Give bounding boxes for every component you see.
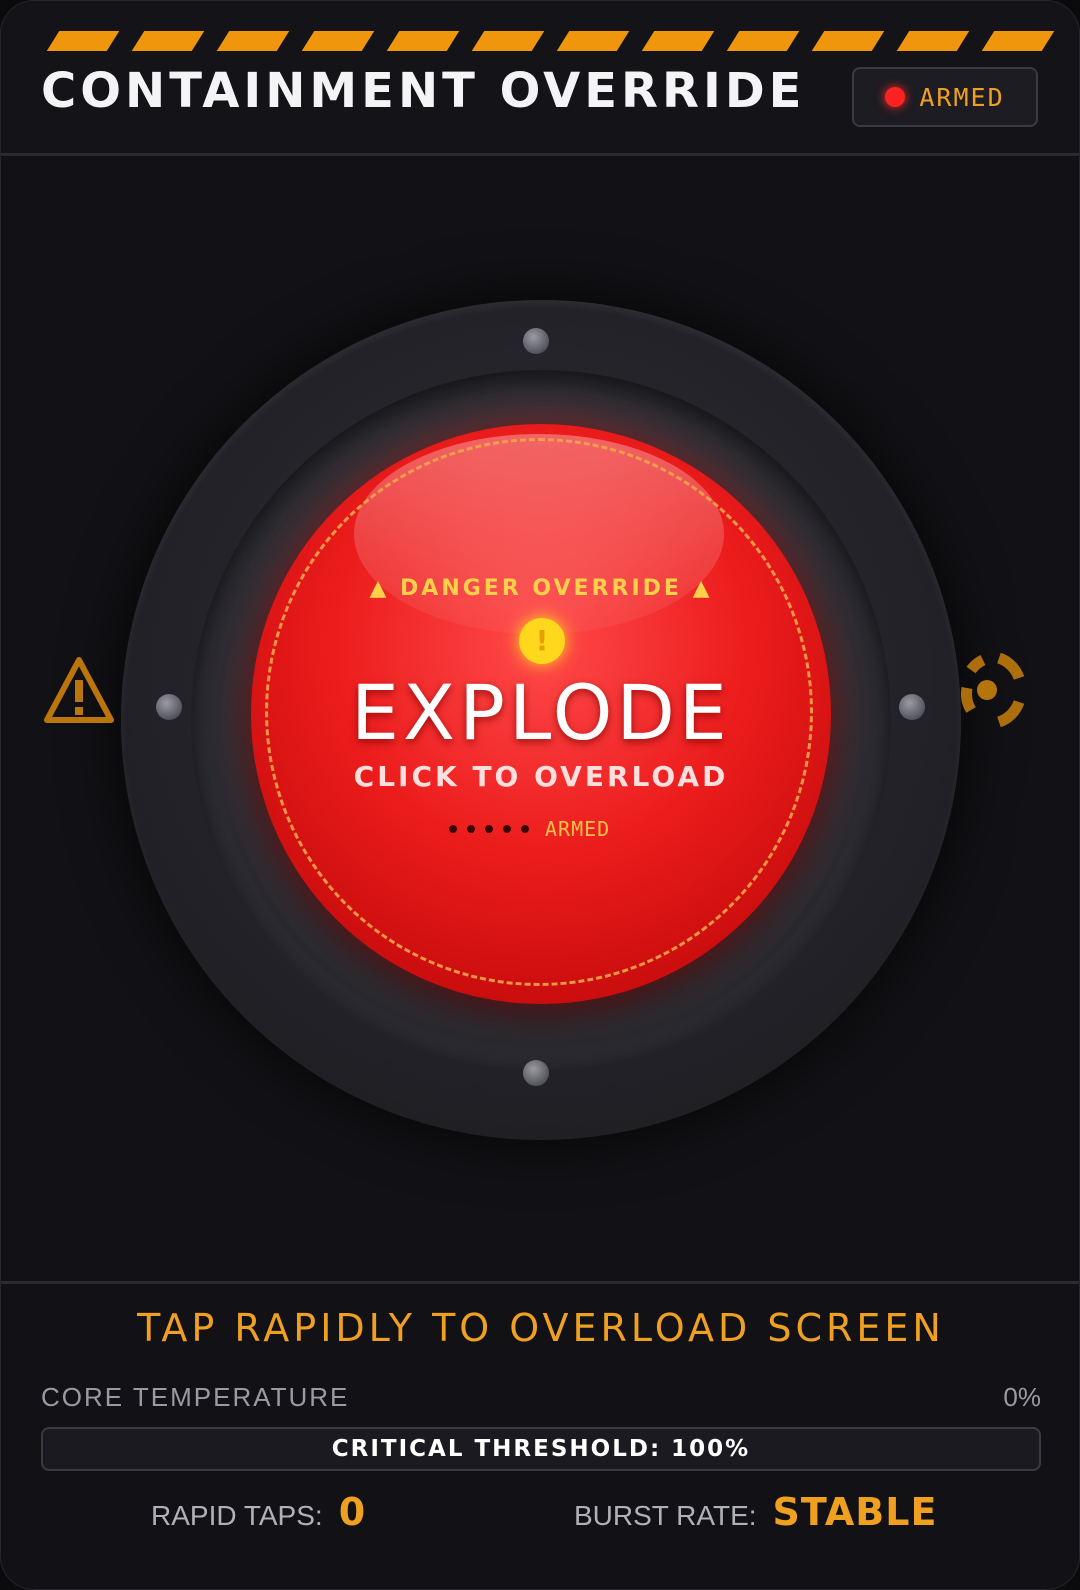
status-indicator-dot [521,825,529,833]
overload-panel: TAP RAPIDLY TO OVERLOAD SCREEN CORE TEMP… [1,1281,1079,1589]
rapid-taps-value: 0 [338,1490,367,1534]
header: CONTAINMENT OVERRIDE ARMED [1,1,1079,156]
core-temperature-label: CORE TEMPERATURE [41,1382,350,1412]
app-frame: CONTAINMENT OVERRIDE ARMED ▲ DANGER OVER… [0,0,1080,1590]
burst-rate-label: BURST RATE: [574,1500,757,1531]
status-indicator-dot [467,825,475,833]
button-stage: ▲ DANGER OVERRIDE ▲ ! EXPLODE CLICK TO O… [1,156,1079,1281]
button-armed-label: ARMED [545,817,611,841]
core-temperature-value: 0% [1003,1382,1041,1412]
rapid-taps-label: RAPID TAPS: [151,1500,323,1531]
button-status-row: ARMED [449,817,610,841]
housing-bolt-bottom [523,1060,549,1086]
radiation-icon [961,652,1025,728]
housing-bolt-left [156,694,182,720]
rapid-taps-stat: RAPID TAPS: 0 [151,1490,366,1534]
core-temperature-bar: CRITICAL THRESHOLD: 100% [41,1427,1041,1471]
status-indicator-dot [449,825,457,833]
alert-icon: ! [519,618,565,664]
explode-label: EXPLODE [351,668,731,757]
status-indicator-dot [485,825,493,833]
housing-bolt-right [899,694,925,720]
danger-override-label: ▲ DANGER OVERRIDE ▲ [369,576,713,601]
burst-rate-stat: BURST RATE: STABLE [574,1490,937,1534]
hazard-stripes [46,31,1055,51]
page-title: CONTAINMENT OVERRIDE [41,63,806,119]
click-to-overload-label: CLICK TO OVERLOAD [353,760,729,793]
armed-status-badge: ARMED [852,67,1038,127]
burst-rate-value: STABLE [772,1490,938,1534]
critical-threshold-label: CRITICAL THRESHOLD: 100% [331,1436,751,1462]
instruction-text: TAP RAPIDLY TO OVERLOAD SCREEN [137,1306,945,1350]
housing-bolt-top [523,328,549,354]
status-dot-icon [885,87,906,107]
warning-triangle-icon [44,657,114,723]
explode-button[interactable]: ▲ DANGER OVERRIDE ▲ ! EXPLODE CLICK TO O… [251,424,831,1004]
armed-status-label: ARMED [919,82,1005,112]
status-indicator-dot [503,825,511,833]
